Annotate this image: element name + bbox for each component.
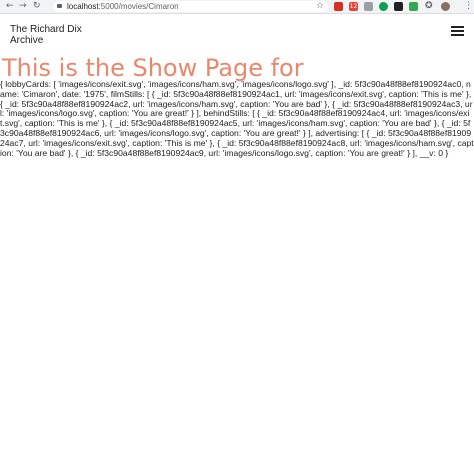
bookmark-star-icon[interactable]: ☆ <box>316 1 324 12</box>
address-url: localhost:5000/movies/Cimaron <box>67 2 179 11</box>
evernote-extension-icon[interactable] <box>409 2 418 11</box>
extensions-puzzle-icon[interactable]: ✪ <box>425 1 433 12</box>
address-bar[interactable]: localhost:5000/movies/Cimaron ☆ <box>53 1 328 12</box>
browser-toolbar: ← → ↻ localhost:5000/movies/Cimaron ☆ 12… <box>0 0 474 14</box>
page-heading: This is the Show Page for <box>2 54 304 82</box>
back-arrow-icon[interactable]: ← <box>6 1 14 12</box>
terminal-extension-icon[interactable] <box>394 2 403 11</box>
movie-data-dump: { lobbyCards: [ 'images/icons/exit.svg',… <box>0 80 474 158</box>
lock-icon <box>57 4 62 8</box>
extension-badge-icon[interactable]: 12 <box>349 2 358 11</box>
pocket-extension-icon[interactable] <box>334 2 343 11</box>
browser-menu-icon[interactable]: ⋮ <box>464 1 473 12</box>
hamburger-menu-icon[interactable] <box>451 26 464 36</box>
reload-icon[interactable]: ↻ <box>33 1 41 12</box>
forward-arrow-icon[interactable]: → <box>19 1 27 12</box>
grammarly-extension-icon[interactable] <box>379 2 388 11</box>
site-brand[interactable]: The Richard Dix Archive <box>10 24 90 46</box>
profile-avatar-icon[interactable] <box>441 2 450 11</box>
extension-icon[interactable] <box>364 2 373 11</box>
